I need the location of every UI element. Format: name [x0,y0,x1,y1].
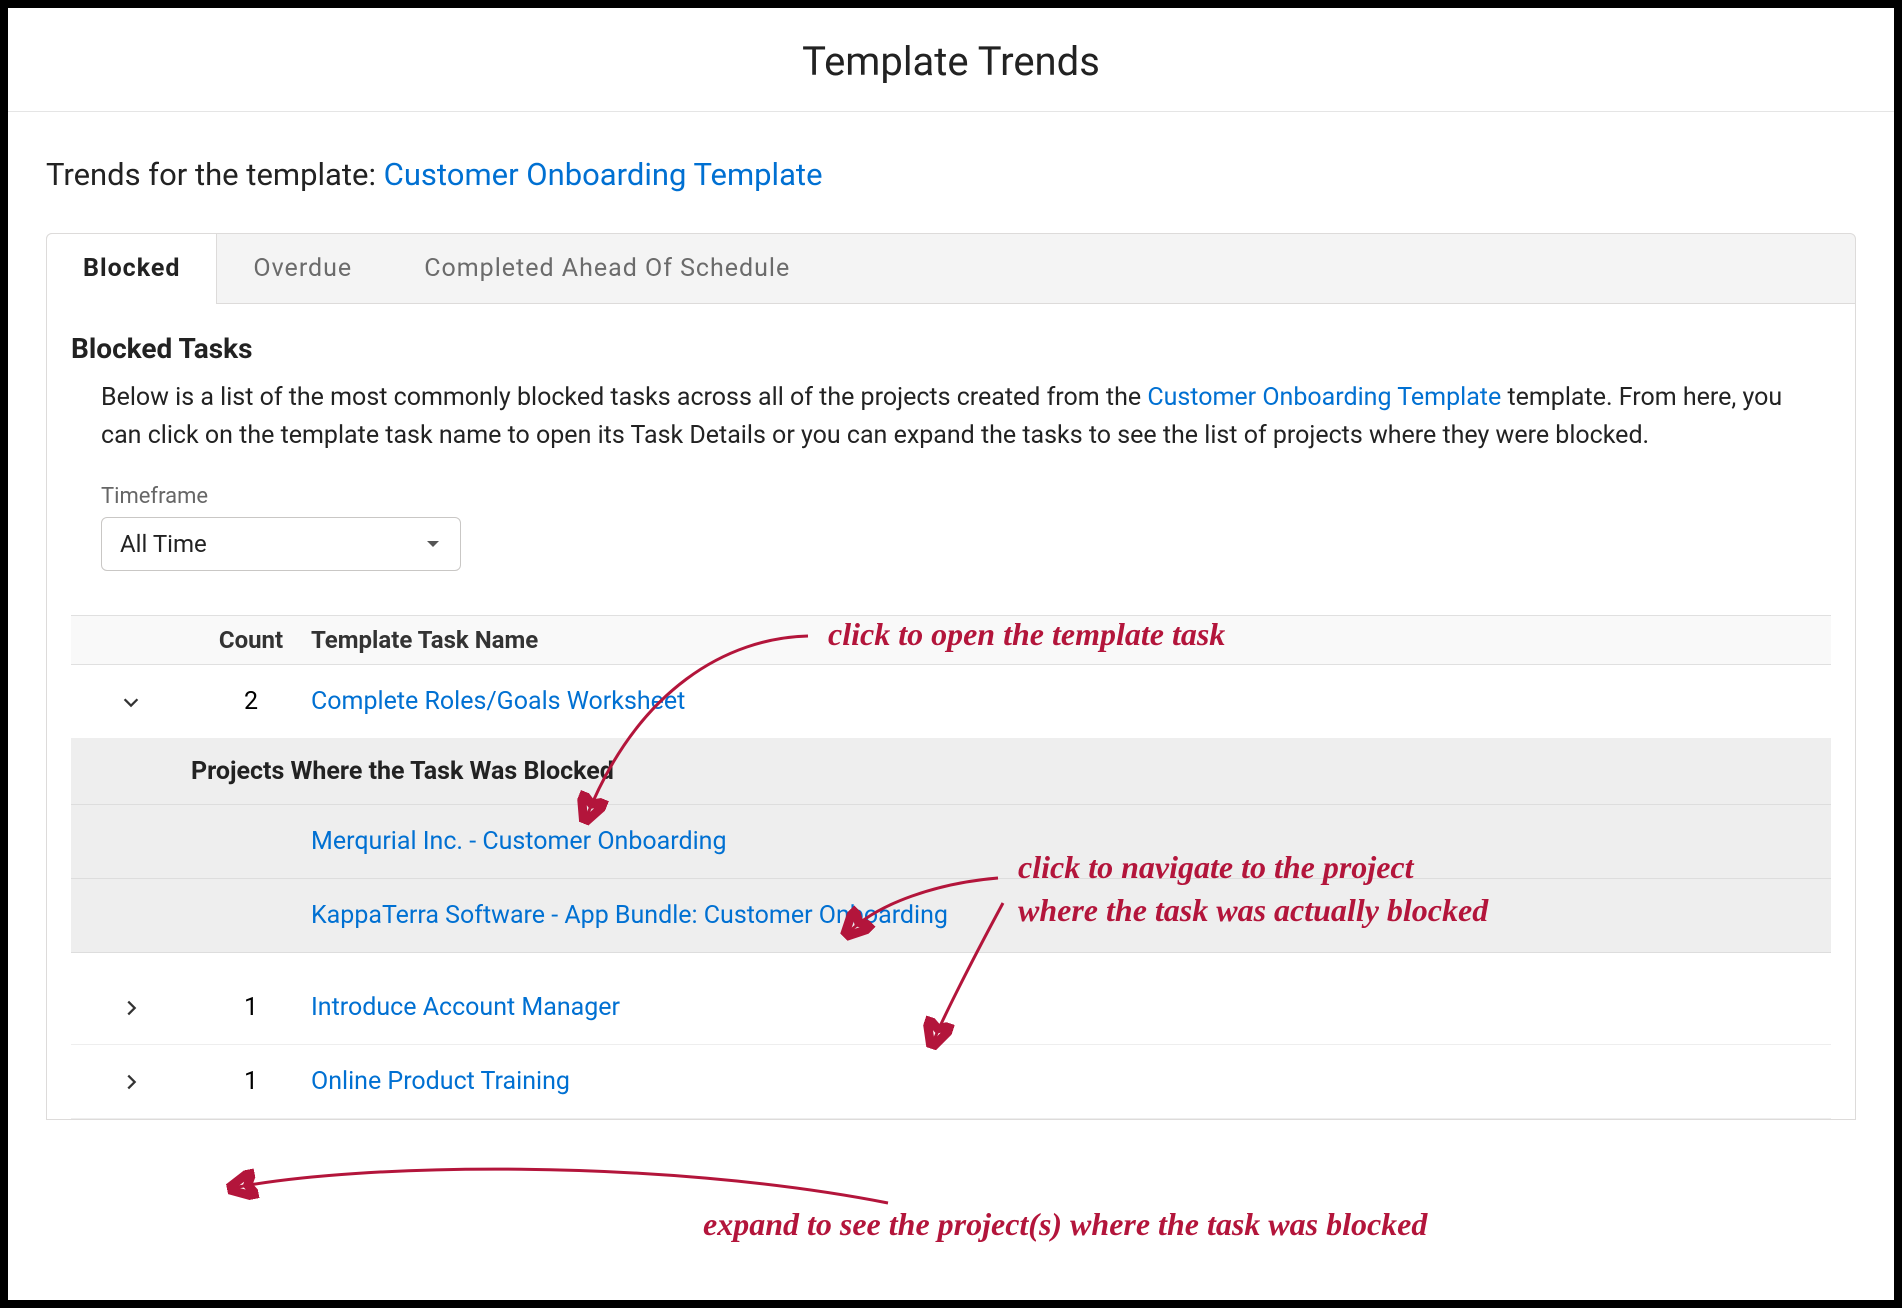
expanded-projects: Projects Where the Task Was Blocked Merq… [71,739,1831,953]
col-count: Count [191,626,311,654]
annotation-text: expand to see the project(s) where the t… [703,1203,1427,1246]
chevron-right-icon [120,997,142,1019]
section-description: Below is a list of the most commonly blo… [71,373,1831,454]
task-link[interactable]: Online Product Training [311,1067,1831,1096]
page-title: Template Trends [8,8,1894,112]
expand-toggle[interactable] [71,997,191,1019]
panel-blocked: Blocked Tasks Below is a list of the mos… [46,304,1856,1120]
trends-prefix: Trends for the template: [46,156,384,193]
task-link[interactable]: Introduce Account Manager [311,993,1831,1022]
tab-blocked[interactable]: Blocked [46,233,217,304]
tab-overdue[interactable]: Overdue [217,234,388,303]
tasks-table: Count Template Task Name 2 Complete Role… [71,615,1831,1119]
desc-template-link[interactable]: Customer Onboarding Template [1147,383,1501,412]
breadcrumb: Trends for the template: Customer Onboar… [8,112,1894,193]
chevron-down-icon [120,691,142,713]
row-count: 1 [191,993,311,1022]
project-link[interactable]: Merqurial Inc. - Customer Onboarding [311,827,1831,856]
table-header: Count Template Task Name [71,616,1831,665]
task-link[interactable]: Complete Roles/Goals Worksheet [311,687,1831,716]
template-link[interactable]: Customer Onboarding Template [384,156,823,193]
table-row: 1 Online Product Training [71,1045,1831,1119]
table-row: 1 Introduce Account Manager [71,953,1831,1045]
col-task-name: Template Task Name [311,626,1831,654]
table-row: 2 Complete Roles/Goals Worksheet [71,665,1831,739]
project-row: KappaTerra Software - App Bundle: Custom… [71,878,1831,952]
row-count: 2 [191,687,311,716]
projects-header: Projects Where the Task Was Blocked [71,757,1831,804]
projects-header-text: Projects Where the Task Was Blocked [191,757,1831,786]
project-row: Merqurial Inc. - Customer Onboarding [71,804,1831,878]
project-link[interactable]: KappaTerra Software - App Bundle: Custom… [311,901,1831,930]
tab-completed-ahead[interactable]: Completed Ahead Of Schedule [388,234,826,303]
chevron-down-icon [424,535,442,553]
timeframe-label: Timeframe [71,454,1831,517]
row-count: 1 [191,1067,311,1096]
chevron-right-icon [120,1071,142,1093]
collapse-toggle[interactable] [71,691,191,713]
timeframe-select[interactable]: All Time [101,517,461,571]
timeframe-value: All Time [120,530,207,558]
desc-before: Below is a list of the most commonly blo… [101,383,1147,412]
section-title: Blocked Tasks [71,324,1831,373]
tabs: Blocked Overdue Completed Ahead Of Sched… [46,233,1856,304]
expand-toggle[interactable] [71,1071,191,1093]
